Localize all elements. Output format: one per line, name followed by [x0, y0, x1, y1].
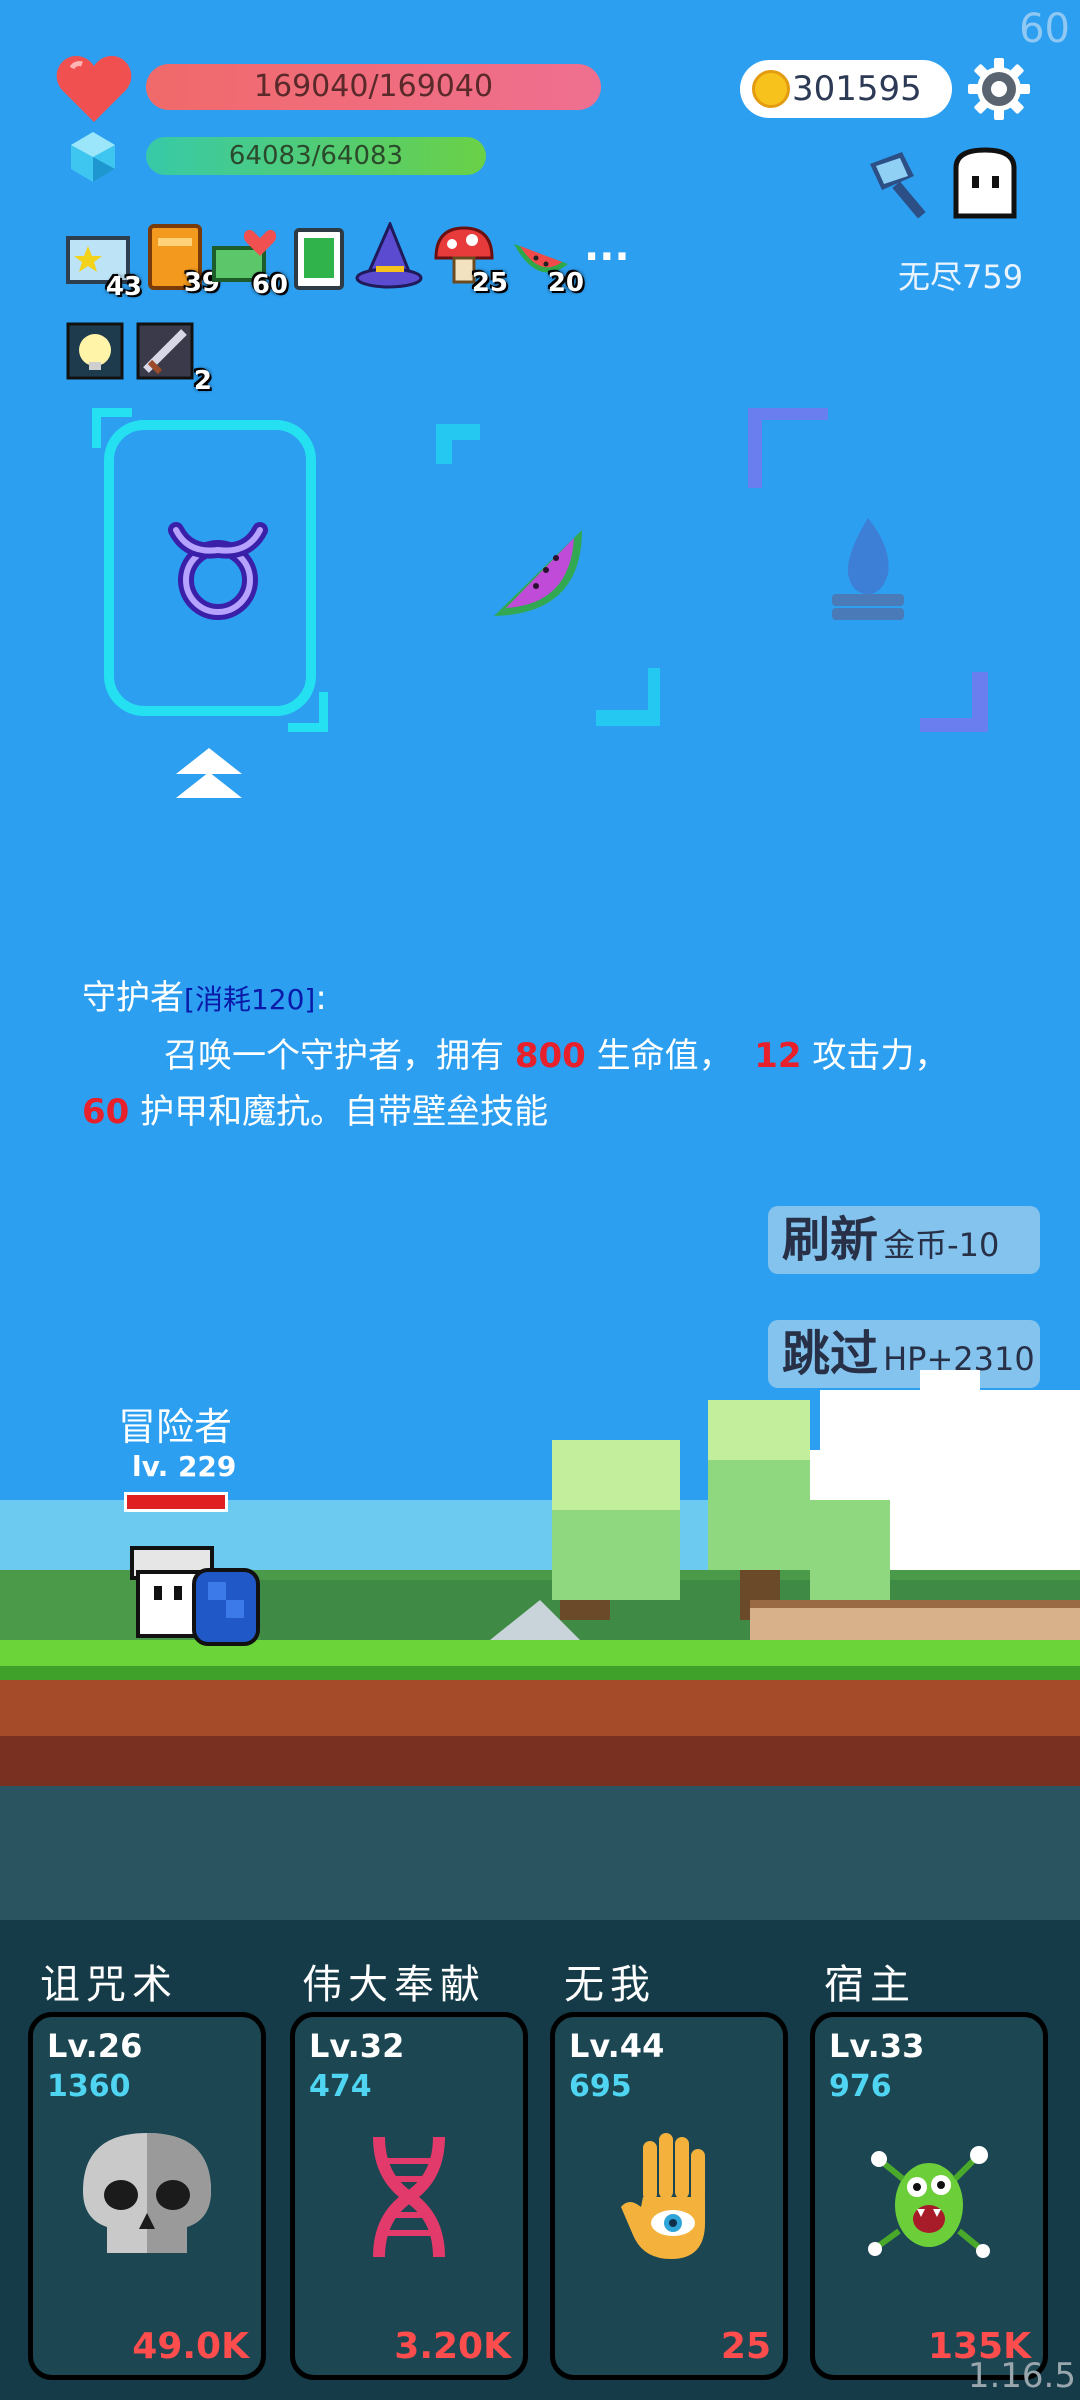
skill-card-selfless[interactable]: Lv.44 695 25 [550, 2012, 788, 2380]
description-line-1: 召唤一个守护者，拥有 800 生命值， 12 攻击力， [82, 1028, 1022, 1084]
more-items-button[interactable]: ··· [584, 234, 630, 280]
skill-level: Lv.33 [829, 2027, 925, 2065]
description-armor-value: 60 [82, 1092, 130, 1132]
description-title-line: 守护者[消耗120]: [82, 970, 1022, 1028]
hero-hp-bar [124, 1492, 228, 1512]
refresh-button[interactable]: 刷新 金币-10 [768, 1206, 1040, 1274]
knight-hero-sprite[interactable] [124, 1542, 264, 1648]
item-green-card[interactable] [290, 226, 354, 290]
buff-count: 2 [193, 366, 212, 396]
item-book[interactable]: 39 [144, 224, 220, 298]
description-text: 攻击力， [812, 1036, 949, 1076]
hero-name: 冒险者 [118, 1405, 233, 1449]
hp-bar: 169040/169040 [146, 64, 601, 110]
dna-icon [373, 2136, 445, 2258]
item-mushroom[interactable]: 25 [432, 224, 508, 298]
green-monster-icon [868, 2146, 990, 2258]
skull-icon [83, 2133, 211, 2253]
choice-card-3[interactable] [746, 404, 988, 734]
description-atk-value: 12 [754, 1036, 802, 1076]
watermelon-icon [494, 530, 582, 616]
item-heart-money[interactable]: 60 [212, 226, 288, 300]
skill-value: 25 [720, 2326, 771, 2367]
axe-icon[interactable] [862, 146, 942, 226]
gold-counter: 301595 [740, 60, 952, 118]
skill-level: Lv.44 [569, 2027, 665, 2065]
mana-value: 64083/64083 [228, 141, 404, 171]
campfire-icon [832, 518, 904, 620]
lamp-icon [66, 322, 124, 380]
skill-cost: 976 [829, 2069, 892, 2104]
description-cost: [消耗120] [184, 983, 316, 1016]
wizard-hat-icon [355, 220, 423, 289]
endless-stage-label: 无尽759 [898, 258, 1024, 296]
coin-icon [752, 70, 790, 108]
sword-icon [136, 322, 194, 380]
green-card-icon [294, 228, 344, 290]
skill-card-host[interactable]: Lv.33 976 135K [810, 2012, 1048, 2380]
mana-gem-icon [71, 132, 115, 182]
description-hp-value: 800 [514, 1036, 586, 1076]
item-count: 20 [547, 268, 584, 298]
level-up-arrow-icon [176, 748, 242, 798]
version-label: 1.16.5 [967, 2356, 1076, 2396]
skill-level: Lv.26 [47, 2027, 143, 2065]
eye-hand-icon [621, 2133, 705, 2259]
refresh-label: 刷新 [782, 1212, 879, 1268]
heart-icon [56, 56, 132, 122]
settings-gear-icon[interactable] [966, 56, 1032, 122]
description-colon: : [315, 978, 327, 1018]
skill-description: 守护者[消耗120]: 召唤一个守护者，拥有 800 生命值， 12 攻击力， … [82, 970, 1022, 1140]
item-count: 60 [251, 270, 288, 300]
item-wizard-hat[interactable] [354, 220, 423, 289]
skill-name-2: 伟大奉献 [302, 1962, 486, 2008]
refresh-cost: 金币-10 [883, 1226, 1000, 1264]
skill-name-4: 宿主 [824, 1962, 916, 2008]
hero-hp-fill [127, 1495, 225, 1509]
hero-level: lv. 229 [132, 1450, 237, 1483]
skill-card-curse[interactable]: Lv.26 1360 49.0K [28, 2012, 266, 2380]
description-line-2: 60 护甲和魔抗。自带壁垒技能 [82, 1084, 1022, 1140]
choice-card-2[interactable] [420, 408, 664, 732]
item-watermelon[interactable]: 20 [508, 224, 584, 298]
hp-value: 169040/169040 [253, 69, 494, 104]
buff-lamp[interactable] [66, 322, 130, 386]
description-text: 护甲和魔抗。自带壁垒技能 [140, 1092, 549, 1132]
skill-name-3: 无我 [564, 1962, 656, 2008]
gold-value: 301595 [792, 69, 922, 109]
fps-counter: 60 [1019, 6, 1070, 52]
taurus-icon [168, 522, 268, 620]
skill-cost: 1360 [47, 2069, 131, 2104]
description-text: 生命值， [596, 1036, 733, 1076]
description-text: 召唤一个守护者，拥有 [164, 1036, 504, 1076]
skill-value: 3.20K [394, 2326, 511, 2367]
skill-level: Lv.32 [309, 2027, 405, 2065]
description-name: 守护者 [82, 978, 184, 1018]
item-count: 25 [471, 268, 508, 298]
skill-card-great-devotion[interactable]: Lv.32 474 3.20K [290, 2012, 528, 2380]
mana-bar: 64083/64083 [146, 137, 486, 175]
choice-card-1[interactable] [104, 420, 316, 716]
skill-cost: 695 [569, 2069, 632, 2104]
item-count: 43 [105, 272, 142, 302]
ghost-icon[interactable] [948, 146, 1022, 220]
skill-value: 49.0K [132, 2326, 249, 2367]
skill-cost: 474 [309, 2069, 372, 2104]
buff-sword[interactable]: 2 [136, 322, 212, 396]
item-star-photo[interactable]: 43 [66, 228, 142, 302]
skill-name-1: 诅咒术 [40, 1962, 178, 2008]
